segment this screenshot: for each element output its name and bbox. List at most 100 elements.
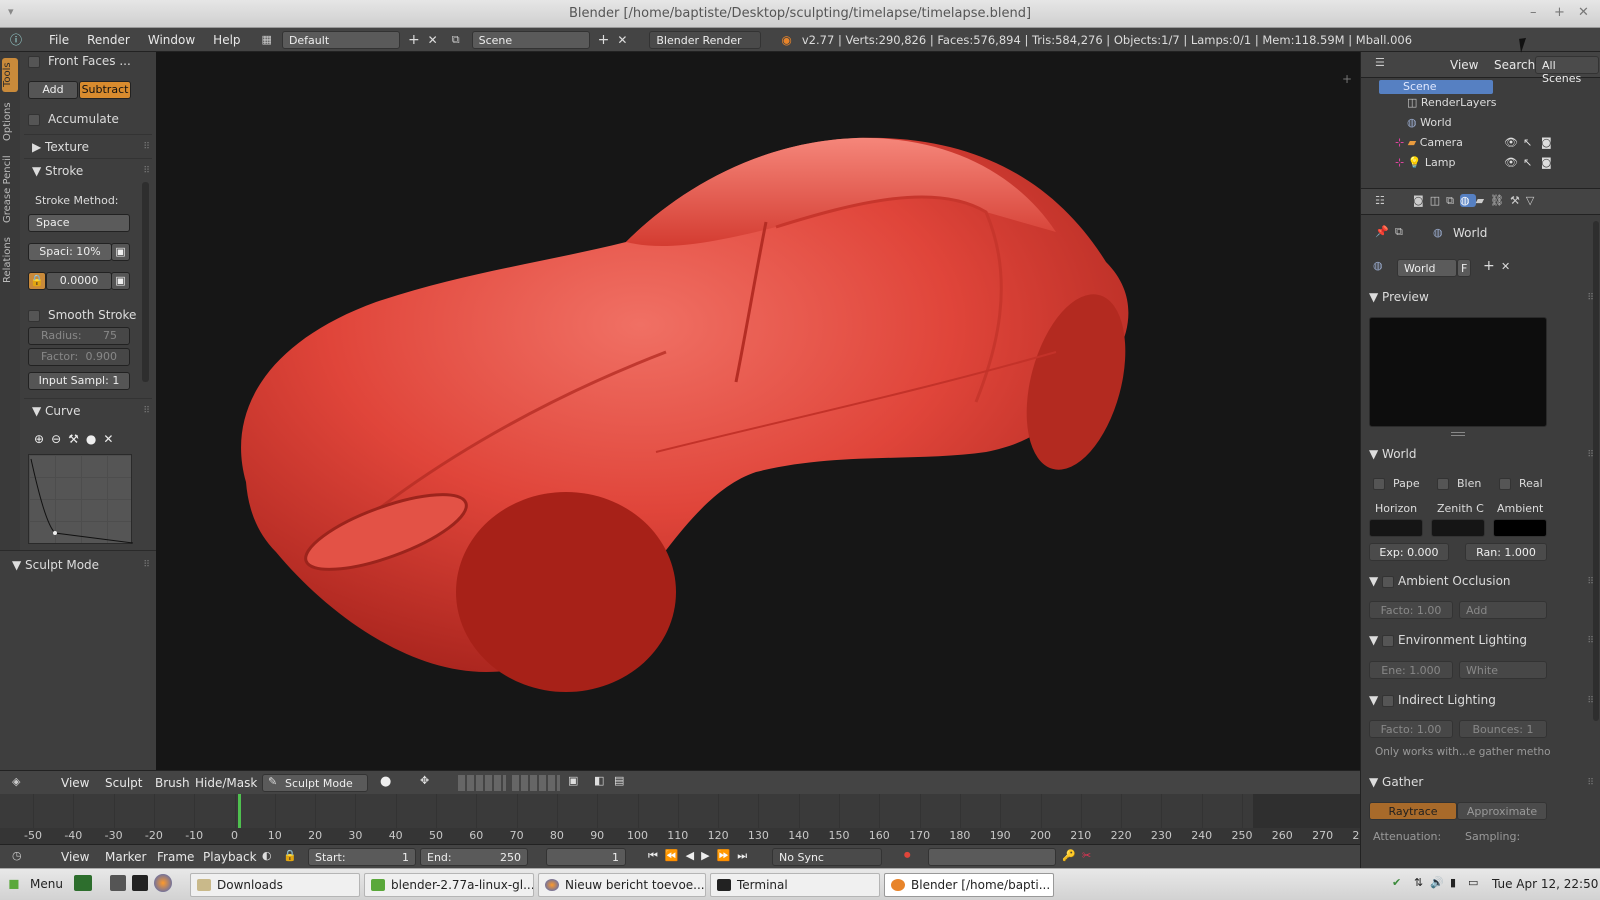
outliner-row-scene[interactable]: Scene — [1379, 80, 1493, 94]
curve-grip-icon[interactable]: ⠿ — [143, 406, 150, 416]
mode-selector[interactable]: Sculpt Mode — [262, 774, 368, 792]
jump-start-icon[interactable]: ⏮ — [648, 849, 665, 862]
task-terminal[interactable]: Terminal — [710, 873, 880, 897]
lamp-eye-icon[interactable]: 👁 — [1504, 156, 1518, 169]
input-samples-field[interactable]: Input Sampl: 1 — [28, 372, 130, 390]
radius-field[interactable]: Radius: 75 — [28, 327, 130, 345]
spacing-pressure-icon[interactable]: ▣ — [111, 243, 130, 261]
world-tab-icon[interactable]: ◍ — [1459, 194, 1476, 207]
pivot-icon[interactable]: ✥ — [420, 774, 429, 787]
firefox-launcher-icon[interactable] — [154, 874, 172, 892]
lamp-render-icon[interactable]: ◙ — [1541, 156, 1552, 169]
modifiers-tab-icon[interactable]: ⚒ — [1510, 194, 1526, 207]
tl-menu-playback[interactable]: Playback — [194, 850, 266, 864]
subtract-button[interactable]: Subtract — [79, 81, 131, 99]
horizon-color[interactable] — [1369, 519, 1423, 537]
menu-file[interactable]: File — [40, 33, 78, 47]
desktop-launcher-icon[interactable] — [110, 875, 126, 891]
view3d-editor-icon[interactable]: ◈ — [12, 775, 20, 788]
layout-grid-icon[interactable]: ▦ — [262, 33, 272, 46]
delete-key-icon[interactable]: ✂ — [1082, 849, 1091, 862]
spacing-field[interactable]: Spaci: 10% — [28, 243, 112, 261]
fake-user-button[interactable]: F — [1457, 259, 1471, 277]
data-tab-icon[interactable]: ▽ — [1526, 194, 1540, 207]
layer-buttons-b[interactable] — [512, 775, 560, 791]
next-key-icon[interactable]: ⏩ — [717, 849, 738, 862]
current-frame-marker[interactable] — [238, 794, 241, 828]
ao-panel-header[interactable]: ▼ Ambient Occlusion — [1369, 574, 1593, 588]
blend-sky-option[interactable]: Blen — [1437, 477, 1481, 490]
start-menu-button[interactable]: Menu — [30, 877, 63, 891]
lock-camera-icon[interactable]: ▣ — [568, 774, 578, 787]
close-button[interactable]: ✕ — [1578, 5, 1589, 20]
jitter-lock-icon[interactable]: 🔒 — [28, 272, 46, 290]
clock[interactable]: Tue Apr 12, 22:50 — [1492, 877, 1598, 891]
start-frame-field[interactable]: Start: 1 — [308, 848, 416, 866]
env-color-select[interactable]: White — [1459, 661, 1547, 679]
env-panel-header[interactable]: ▼ Environment Lighting — [1369, 633, 1593, 647]
wrench-icon[interactable]: ⚒ — [68, 432, 86, 446]
tool-shelf-scrollbar[interactable] — [142, 182, 149, 382]
jump-end-icon[interactable]: ⏭ — [737, 849, 754, 862]
outliner-editor-icon[interactable]: ☰ — [1375, 56, 1385, 69]
paper-sky-option[interactable]: Pape — [1373, 477, 1420, 490]
ao-blend-select[interactable]: Add — [1459, 601, 1547, 619]
current-frame-field[interactable]: 1 — [546, 848, 626, 866]
play-icon[interactable]: ▶ — [701, 849, 716, 862]
camera-render-icon[interactable]: ◙ — [1541, 136, 1552, 149]
front-faces-row[interactable]: Front Faces ... — [28, 54, 131, 68]
menu-window[interactable]: Window — [139, 33, 204, 47]
render-tab-icon[interactable]: ◙ — [1413, 194, 1430, 207]
scene-icon[interactable]: ⧉ — [452, 33, 460, 47]
world-datablock-field[interactable]: World — [1397, 259, 1457, 277]
tab-relations[interactable]: Relations — [2, 232, 18, 288]
add-scene-icon[interactable]: + — [598, 32, 610, 48]
camera-eye-icon[interactable]: 👁 — [1504, 136, 1518, 149]
zoom-in-icon[interactable]: ⊕ — [34, 432, 51, 446]
accumulate-row[interactable]: Accumulate — [28, 112, 119, 126]
outliner-display-mode[interactable]: All Scenes — [1535, 56, 1599, 85]
terminal-launcher-icon[interactable] — [132, 875, 148, 891]
task-blender[interactable]: Blender [/home/bapti... — [884, 873, 1054, 897]
menu-render[interactable]: Render — [78, 33, 139, 47]
world-browse-icon[interactable]: ◍ — [1373, 259, 1383, 272]
menu-help[interactable]: Help — [204, 33, 249, 47]
layers-tab-icon[interactable]: ◫ — [1430, 194, 1446, 207]
gather-panel-header[interactable]: ▼ Gather — [1369, 775, 1593, 789]
wifi-icon[interactable]: ▮ — [1450, 876, 1456, 889]
zoom-out-icon[interactable]: ⊖ — [51, 432, 68, 446]
accumulate-checkbox[interactable] — [28, 113, 40, 126]
curve-panel-header[interactable]: ▼ Curve — [32, 404, 80, 418]
stroke-grip-icon[interactable]: ⠿ — [143, 166, 150, 176]
3d-viewport[interactable]: + — [156, 52, 1360, 770]
preview-resize-handle[interactable] — [1451, 432, 1465, 436]
outliner-row-renderlayers[interactable]: ◫ RenderLayers — [1407, 96, 1496, 109]
outliner-row-camera[interactable]: ⊹ ▰ Camera — [1395, 136, 1463, 149]
maximize-button[interactable]: + — [1554, 5, 1565, 20]
factor-field[interactable]: Factor: 0.900 — [28, 348, 130, 366]
opengl-render-icon[interactable]: ▤ — [614, 774, 624, 787]
smooth-stroke-row[interactable]: Smooth Stroke — [28, 308, 136, 322]
viewport-corner-icon[interactable]: + — [1342, 72, 1352, 86]
properties-editor-icon[interactable]: ☷ — [1375, 194, 1385, 207]
sync-selector[interactable]: No Sync — [772, 848, 882, 866]
files-launcher-icon[interactable] — [74, 875, 92, 891]
task-blender-folder[interactable]: blender-2.77a-linux-gl... — [364, 873, 534, 897]
outliner-row-world[interactable]: ◍ World — [1407, 116, 1452, 129]
new-world-icon[interactable]: + — [1483, 258, 1495, 274]
shield-icon[interactable]: ✔ — [1392, 876, 1401, 889]
pin-icon[interactable]: 📌 — [1375, 225, 1389, 238]
layout-selector[interactable]: Default — [281, 30, 400, 49]
menu-view[interactable]: View — [52, 776, 98, 790]
point-icon[interactable]: ● — [86, 432, 103, 446]
scene-selector[interactable]: Scene — [471, 30, 590, 49]
jitter-field[interactable]: 0.0000 — [46, 272, 112, 290]
tab-tools[interactable]: Tools — [2, 58, 18, 92]
end-frame-field[interactable]: End: 250 — [420, 848, 528, 866]
preview-range-icon[interactable]: ◐ — [262, 849, 272, 862]
raytrace-button[interactable]: Raytrace — [1369, 802, 1457, 820]
tab-grease-pencil[interactable]: Grease Pencil — [2, 152, 18, 226]
mint-menu-icon[interactable]: ◼ — [8, 876, 20, 892]
unlink-world-icon[interactable]: ✕ — [1501, 260, 1510, 273]
indirect-factor-field[interactable]: Facto: 1.00 — [1369, 720, 1453, 738]
